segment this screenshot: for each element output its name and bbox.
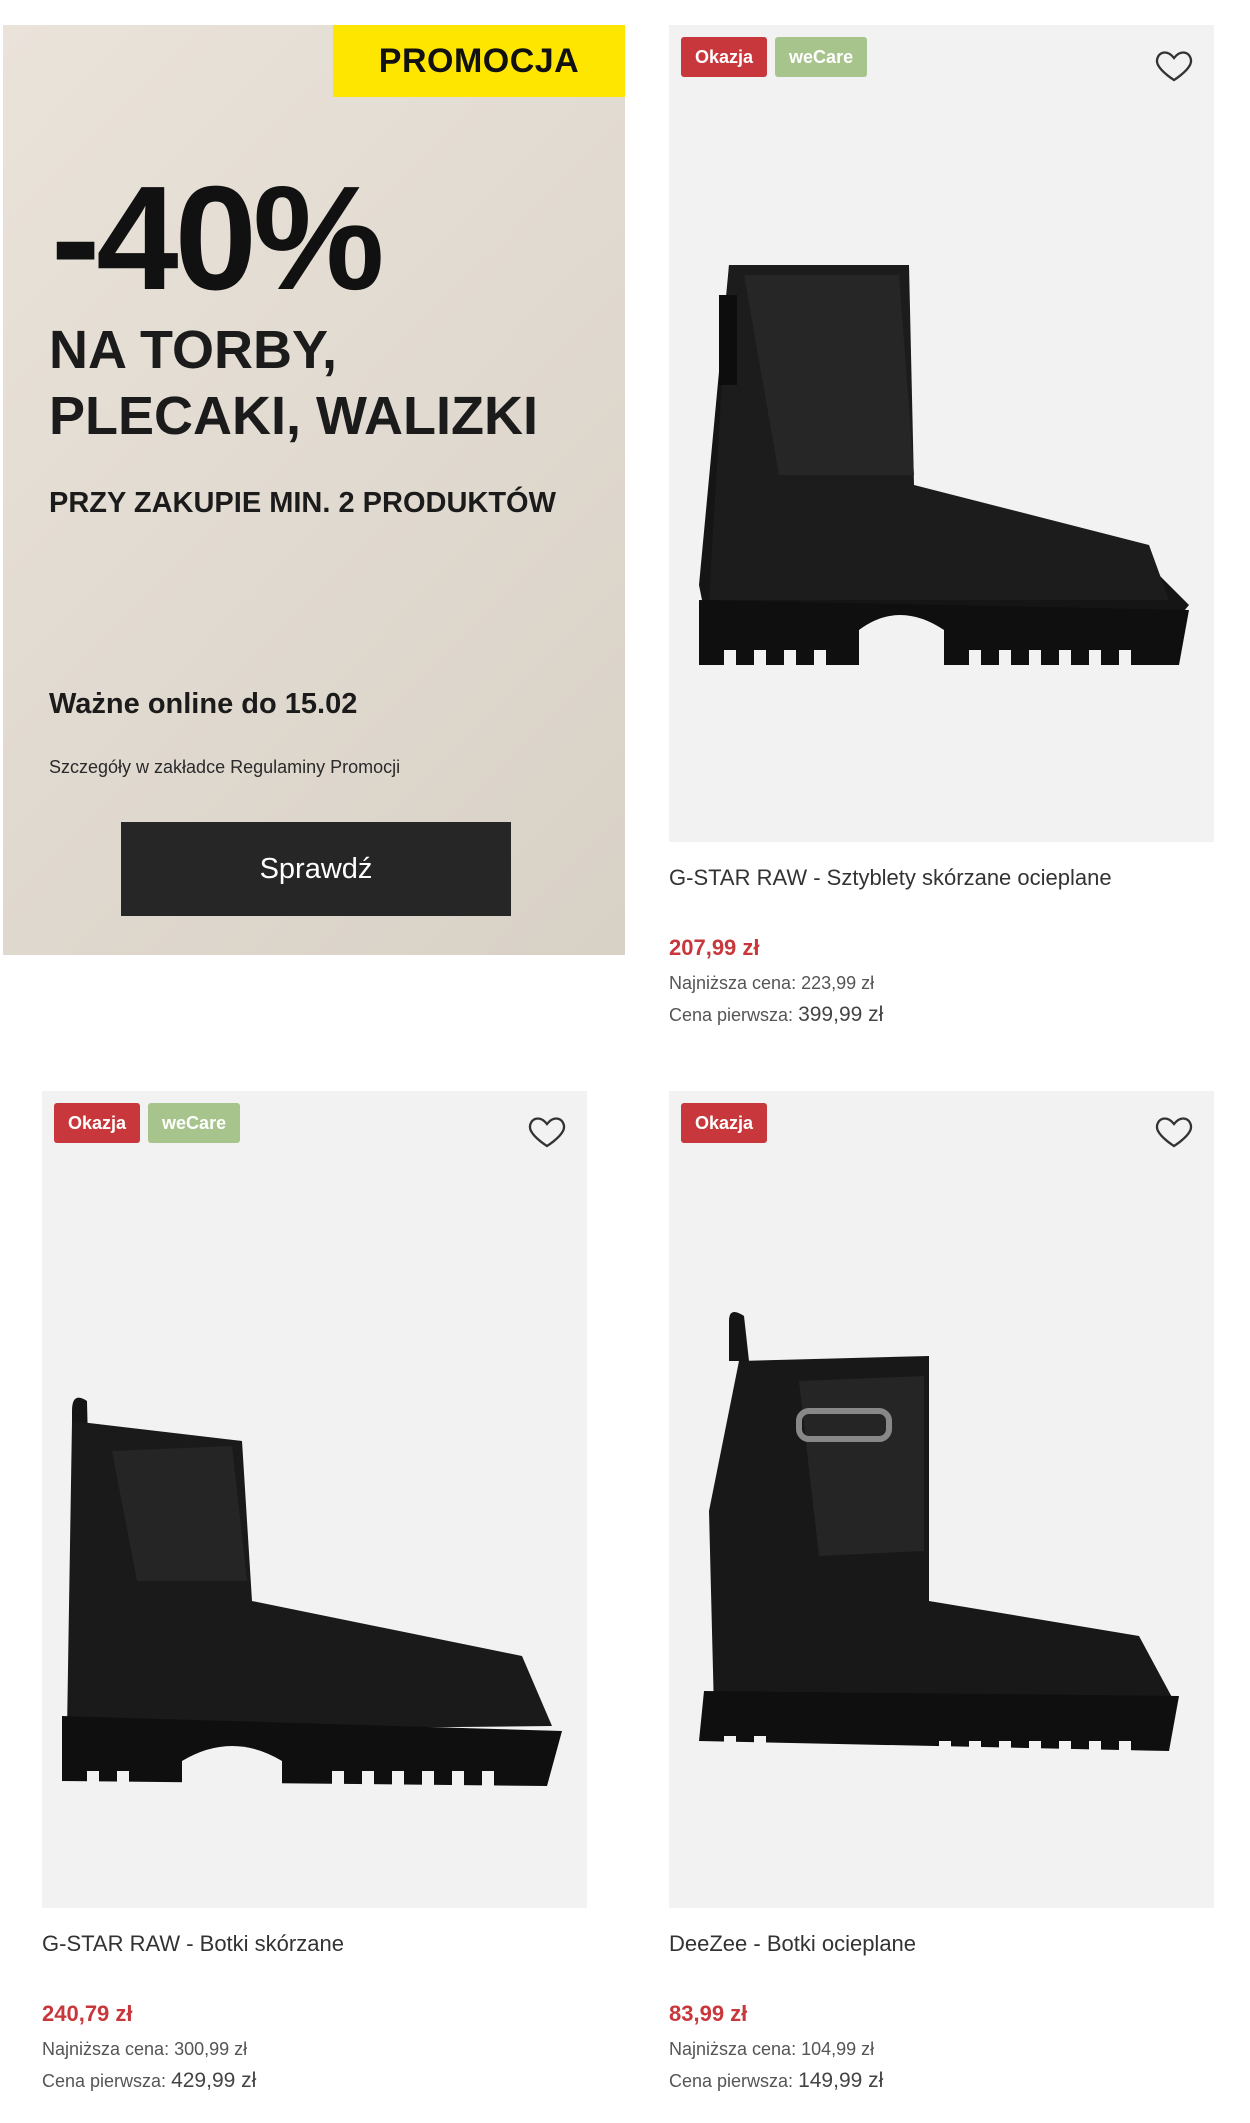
product-image[interactable]: Okazja weCare (669, 25, 1214, 842)
product-card[interactable]: Okazja weCare G-STAR RAW - Botki skórzan… (42, 1091, 587, 2092)
promo-terms: Szczegóły w zakładce Regulaminy Promocji (49, 757, 401, 777)
badge-okazja: Okazja (681, 1103, 768, 1143)
lowest-price-value: 104,99 zł (801, 2039, 875, 2059)
first-price-label: Cena pierwsza: (42, 2071, 167, 2091)
promo-discount: -40% (51, 156, 385, 321)
product-badges: Okazja weCare (54, 1103, 241, 1143)
promo-badge: PROMOCJA (333, 25, 625, 97)
heart-icon[interactable] (1154, 1111, 1194, 1151)
lowest-price-value: 223,99 zł (801, 973, 875, 993)
badge-okazja: Okazja (681, 37, 768, 77)
product-price: 207,99 zł (669, 935, 760, 960)
first-price-value: 399,99 zł (798, 1003, 884, 1026)
first-price-line: Cena pierwsza: 399,99 zł (669, 1003, 883, 1027)
lowest-price-label: Najniższa cena: (669, 973, 797, 993)
boot-image (62, 1397, 562, 1791)
product-price: 240,79 zł (42, 2001, 133, 2026)
heart-icon[interactable] (527, 1111, 567, 1151)
product-badges: Okazja (681, 1103, 768, 1143)
product-name[interactable]: DeeZee - Botki ocieplane (669, 1931, 916, 1957)
badge-okazja: Okazja (54, 1103, 141, 1143)
product-image[interactable]: Okazja (669, 1091, 1214, 1908)
lowest-price-value: 300,99 zł (174, 2039, 248, 2059)
lowest-price-label: Najniższa cena: (42, 2039, 170, 2059)
promo-headline-line1: NA TORBY, (49, 320, 338, 380)
promo-headline: NA TORBY, PLECAKI, WALIZKI (49, 317, 609, 449)
promo-headline-line2: PLECAKI, WALIZKI (49, 386, 538, 446)
product-name[interactable]: G-STAR RAW - Botki skórzane (42, 1931, 344, 1957)
promo-check-button[interactable]: Sprawdź (121, 822, 511, 916)
first-price-line: Cena pierwsza: 429,99 zł (42, 2069, 256, 2093)
product-price: 83,99 zł (669, 2001, 748, 2026)
first-price-line: Cena pierwsza: 149,99 zł (669, 2069, 883, 2093)
product-name[interactable]: G-STAR RAW - Sztyblety skórzane ocieplan… (669, 865, 1112, 891)
badge-wecare: weCare (775, 37, 868, 77)
product-badges: Okazja weCare (681, 37, 868, 77)
promo-condition: PRZY ZAKUPIE MIN. 2 PRODUKTÓW (49, 487, 556, 519)
first-price-value: 429,99 zł (171, 2069, 257, 2092)
lowest-price-line: Najniższa cena: 104,99 zł (669, 2039, 874, 2060)
lowest-price-line: Najniższa cena: 223,99 zł (669, 973, 874, 994)
boot-image (699, 265, 1189, 670)
lowest-price-label: Najniższa cena: (669, 2039, 797, 2059)
badge-wecare: weCare (148, 1103, 241, 1143)
product-card[interactable]: Okazja weCare G-STAR RAW - Sztyblety skó… (669, 25, 1214, 1026)
heart-icon[interactable] (1154, 45, 1194, 85)
product-image[interactable]: Okazja weCare (42, 1091, 587, 1908)
first-price-label: Cena pierwsza: (669, 2071, 794, 2091)
promo-banner[interactable]: PROMOCJA -40% NA TORBY, PLECAKI, WALIZKI… (3, 25, 625, 955)
first-price-value: 149,99 zł (798, 2069, 884, 2092)
boot-image (699, 1312, 1179, 1761)
first-price-label: Cena pierwsza: (669, 1005, 794, 1025)
lowest-price-line: Najniższa cena: 300,99 zł (42, 2039, 247, 2060)
product-card[interactable]: Okazja DeeZee - Botki ocieplane 83,99 zł… (669, 1091, 1214, 2092)
promo-validity: Ważne online do 15.02 (49, 688, 358, 720)
